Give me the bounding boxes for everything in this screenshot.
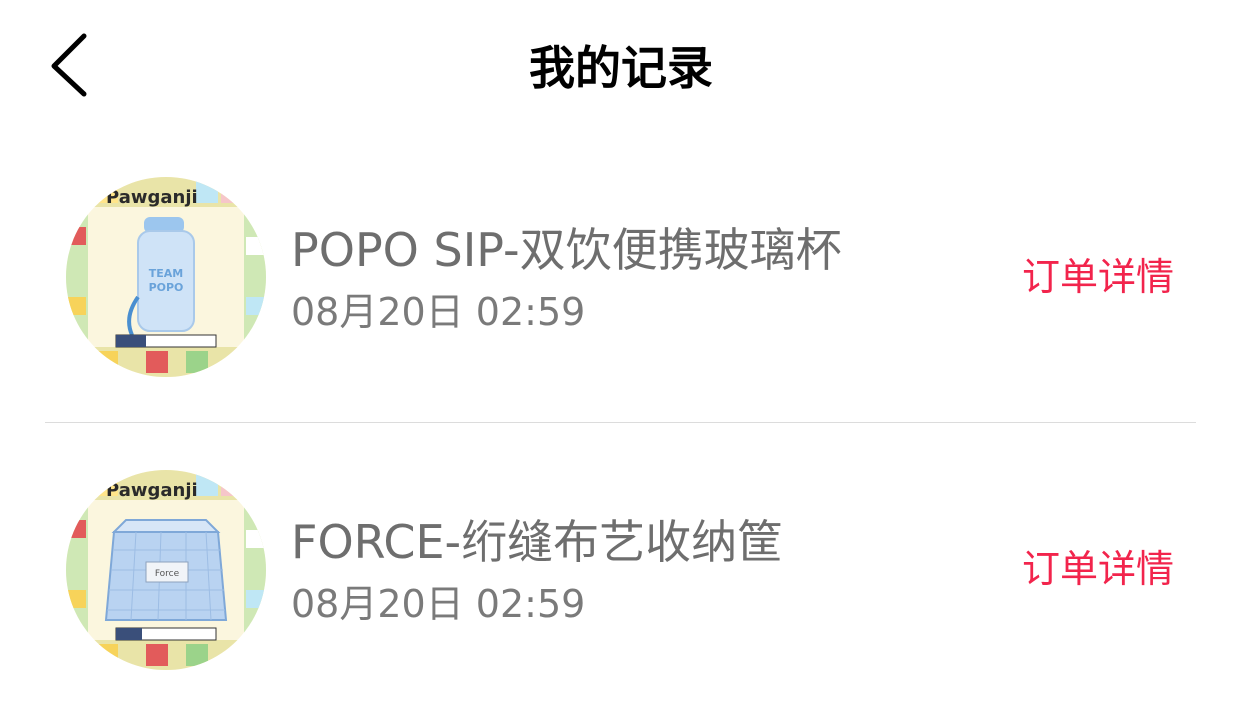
item-title: FORCE-绗缝布艺收纳筐 xyxy=(291,515,784,569)
item-timestamp: 08月20日 02:59 xyxy=(291,290,586,334)
list-item[interactable]: Pawganji TEAM POPO POPO SIP-双饮便携玻璃杯 08月2… xyxy=(0,135,1242,423)
record-list: Pawganji TEAM POPO POPO SIP-双饮便携玻璃杯 08月2… xyxy=(0,135,1242,705)
svg-text:POPO: POPO xyxy=(149,281,184,294)
basket-product-image: Pawganji Force xyxy=(66,470,266,670)
page-title: 我的记录 xyxy=(529,41,713,95)
order-detail-link[interactable]: 订单详情 xyxy=(1022,544,1174,594)
navigation-bar: 我的记录 xyxy=(0,0,1242,135)
product-thumbnail: Pawganji TEAM POPO xyxy=(66,177,266,377)
svg-text:Force: Force xyxy=(155,569,180,579)
list-item[interactable]: Pawganji Force FORCE-绗缝布艺收纳筐 08月20日 02:5… xyxy=(0,423,1242,705)
order-detail-link[interactable]: 订单详情 xyxy=(1022,252,1174,302)
product-thumbnail: Pawganji Force xyxy=(66,470,266,670)
svg-text:Pawganji: Pawganji xyxy=(106,187,198,208)
cup-product-image: Pawganji TEAM POPO xyxy=(66,177,266,377)
svg-text:TEAM: TEAM xyxy=(149,267,183,280)
item-timestamp: 08月20日 02:59 xyxy=(291,582,586,626)
item-title: POPO SIP-双饮便携玻璃杯 xyxy=(291,223,842,277)
svg-text:Pawganji: Pawganji xyxy=(106,480,198,501)
records-page: 我的记录 Pawganji TEAM POPO POPO SIP-双饮便携玻璃杯… xyxy=(0,0,1242,705)
